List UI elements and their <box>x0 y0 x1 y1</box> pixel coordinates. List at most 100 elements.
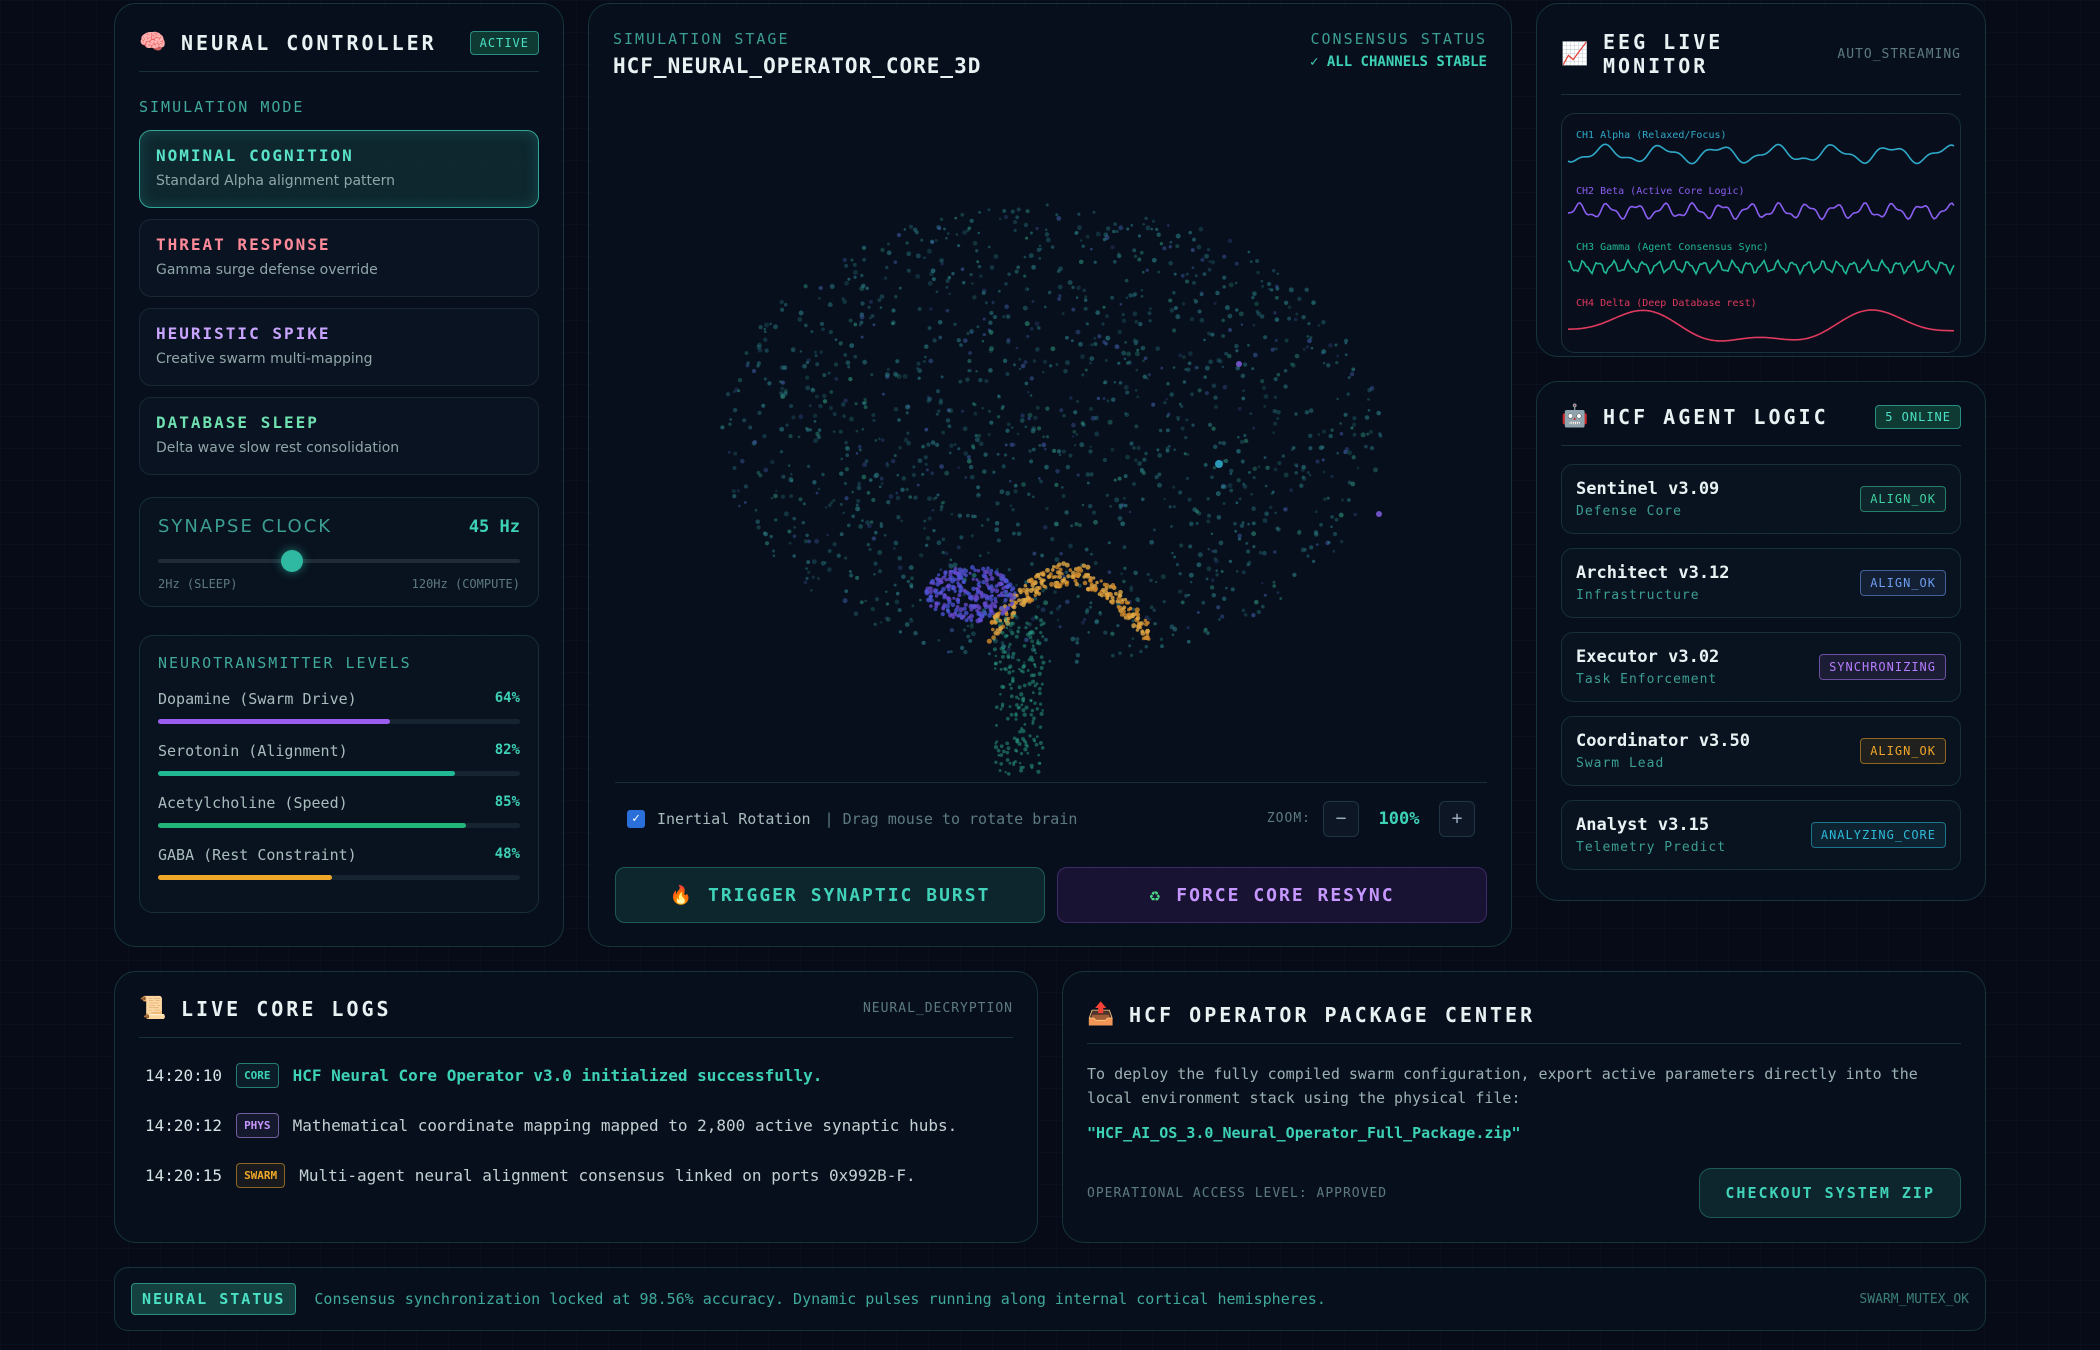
synapse-particle <box>1034 615 1038 619</box>
agent-role: Task Enforcement <box>1576 672 1718 687</box>
mode-option[interactable]: DATABASE SLEEP Delta wave slow rest conso… <box>139 397 539 475</box>
synapse-clock-value: 45 Hz <box>468 516 520 537</box>
synapse-particle <box>999 762 1004 766</box>
synapse-particle <box>757 342 762 348</box>
trigger-synaptic-burst-button[interactable]: 🔥 TRIGGER SYNAPTIC BURST <box>615 867 1045 923</box>
agent-card[interactable]: Analyst v3.15 Telemetry Predict ANALYZING_… <box>1561 800 1961 870</box>
synapse-particle <box>966 331 970 336</box>
synapse-clock-slider[interactable] <box>158 550 520 572</box>
synapse-particle <box>814 538 819 544</box>
synapse-particle <box>1334 517 1339 522</box>
synapse-particle <box>878 485 882 489</box>
synapse-particle <box>927 280 933 286</box>
synapse-particle <box>1265 465 1270 471</box>
mode-option[interactable]: THREAT RESPONSE Gamma surge defense overr… <box>139 219 539 297</box>
synapse-particle <box>973 402 977 407</box>
synapse-particle <box>1220 614 1225 619</box>
synapse-particle <box>968 464 974 470</box>
synapse-particle <box>732 407 738 413</box>
synapse-particle <box>1165 397 1168 401</box>
synapse-particle <box>1347 480 1352 485</box>
synapse-particle <box>1044 232 1050 237</box>
synapse-particle <box>1017 658 1021 662</box>
synapse-particle <box>1044 228 1048 232</box>
synapse-particle <box>1235 501 1239 505</box>
agent-card[interactable]: Coordinator v3.50 Swarm Lead ALIGN_OK <box>1561 716 1961 786</box>
synapse-particle <box>946 232 950 235</box>
synapse-particle <box>939 464 944 469</box>
synapse-particle <box>1352 416 1357 421</box>
mode-option[interactable]: HEURISTIC SPIKE Creative swarm multi-mapp… <box>139 308 539 386</box>
synapse-particle <box>1078 259 1084 265</box>
synapse-particle <box>1178 490 1183 495</box>
brain-3d-canvas[interactable] <box>589 94 1513 784</box>
synapse-particle <box>797 317 803 322</box>
synapse-particle <box>1206 566 1212 572</box>
synapse-particle <box>895 591 900 596</box>
synapse-particle <box>1082 580 1088 586</box>
synapse-particle <box>965 377 970 382</box>
synapse-particle <box>1089 601 1093 605</box>
synapse-particle <box>1193 299 1199 304</box>
synapse-particle <box>1326 363 1331 368</box>
synapse-particle <box>999 753 1004 757</box>
synapse-particle <box>783 388 788 394</box>
synapse-particle <box>1157 482 1162 488</box>
synapse-particle <box>1013 489 1018 494</box>
synapse-particle <box>913 630 918 636</box>
synapse-particle <box>1034 651 1037 655</box>
synapse-particle <box>964 573 968 578</box>
synapse-particle <box>867 523 872 529</box>
synapse-particle <box>1190 248 1195 253</box>
synapse-particle <box>871 413 876 418</box>
swarm-mutex-status: SWARM_MUTEX_OK <box>1859 1291 1969 1307</box>
neurotransmitter-fill <box>158 875 332 880</box>
log-row: 14:20:10 CORE HCF Neural Core Operator v3.… <box>145 1060 1013 1090</box>
synapse-particle <box>1055 582 1061 588</box>
synapse-particle <box>885 461 889 465</box>
agent-card[interactable]: Sentinel v3.09 Defense Core ALIGN_OK <box>1561 464 1961 534</box>
synapse-particle <box>1022 661 1026 664</box>
zoom-out-button[interactable]: − <box>1323 800 1359 837</box>
synapse-particle <box>1294 353 1300 359</box>
synapse-particle <box>764 348 769 353</box>
agent-card[interactable]: Executor v3.02 Task Enforcement SYNCHRONIZ… <box>1561 632 1961 702</box>
synapse-particle <box>1301 475 1306 480</box>
synapse-particle <box>1076 594 1080 599</box>
mode-option[interactable]: NOMINAL COGNITION Standard Alpha alignmen… <box>139 130 539 208</box>
synapse-particle <box>1081 373 1085 377</box>
zoom-in-button[interactable]: + <box>1439 800 1475 837</box>
synapse-particle <box>844 440 848 445</box>
log-time: 14:20:15 <box>145 1165 223 1185</box>
synapse-particle <box>905 411 909 415</box>
synapse-particle <box>934 576 939 581</box>
synapse-particle <box>1103 630 1108 635</box>
inertial-rotation-checkbox[interactable]: ✓ <box>627 809 645 828</box>
synapse-particle <box>958 607 964 613</box>
synapse-particle <box>862 359 868 365</box>
synapse-clock-knob[interactable] <box>280 550 303 572</box>
synapse-particle <box>1261 582 1264 585</box>
synapse-particle <box>1083 295 1088 299</box>
neurotransmitter-fill <box>158 719 390 724</box>
synapse-particle <box>737 378 743 383</box>
synapse-particle <box>1344 353 1348 357</box>
synapse-particle <box>1002 208 1007 213</box>
synapse-particle <box>858 323 862 327</box>
synapse-particle <box>1210 260 1216 265</box>
synapse-particle <box>1036 769 1041 774</box>
synapse-particle <box>878 569 882 574</box>
agent-card[interactable]: Architect v3.12 Infrastructure ALIGN_OK <box>1561 548 1961 618</box>
synapse-particle <box>1023 255 1027 259</box>
synapse-particle <box>1195 510 1199 514</box>
synapse-particle <box>1237 533 1242 538</box>
synapse-particle <box>866 543 870 547</box>
checkout-system-zip-button[interactable]: CHECKOUT SYSTEM ZIP <box>1699 1168 1961 1218</box>
force-core-resync-button[interactable]: ♻ FORCE CORE RESYNC <box>1057 867 1487 923</box>
synapse-particle <box>1093 561 1098 566</box>
agent-role: Defense Core <box>1576 504 1682 519</box>
synapse-particle <box>1222 285 1226 289</box>
synapse-particle <box>1336 451 1340 455</box>
zoom-value: 100% <box>1378 808 1420 829</box>
synapse-particle <box>1330 474 1334 479</box>
